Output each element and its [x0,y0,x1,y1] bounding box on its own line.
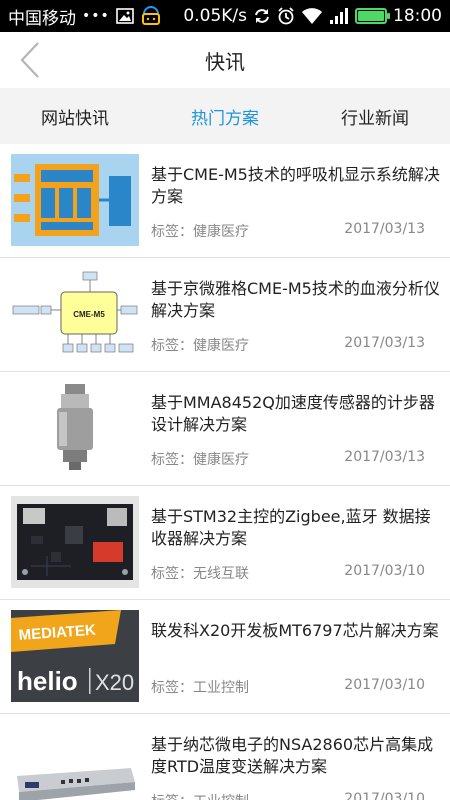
tag-prefix: 标签： [151,791,193,800]
tag-value: 健康医疗 [193,224,249,240]
article-date: 2017/03/13 [344,335,425,351]
list-item[interactable]: CME-M5 基于京微雅格CME-M5技术的血液分析仪解决方案 标签： 健康医疗 … [0,258,450,372]
chevron-left-icon [20,42,39,78]
circuit-board-thumbnail [11,496,139,588]
tab-industry-news[interactable]: 行业新闻 [300,88,450,144]
article-title: 基于纳芯微电子的NSA2860芯片高集成度RTD温度变送解决方案 [151,735,434,776]
mediatek-helio-thumbnail: MEDIATEK helio X20 [11,610,139,702]
product-logo-text: helio [17,666,78,696]
list-item[interactable]: 基于MMA8452Q加速度传感器的计步器设计解决方案 标签： 健康医疗 2017/… [0,372,450,486]
model-logo-text: X20 [95,670,134,695]
tag-value: 健康医疗 [193,338,249,354]
article-tag: 标签： 健康医疗 [151,221,249,241]
tag-prefix: 标签： [151,680,193,696]
article-title: 联发科X20开发板MT6797芯片解决方案 [151,621,439,640]
article-meta: 标签： 健康医疗 2017/03/13 [151,335,425,355]
block-diagram-thumbnail [11,154,139,246]
sync-icon [253,7,271,25]
device-photo-thumbnail [11,724,139,800]
battery-icon [355,8,390,24]
tab-hot-solutions[interactable]: 热门方案 [150,88,300,144]
article-date: 2017/03/10 [344,563,425,579]
chip-label: CME-M5 [73,310,105,319]
article-meta: 标签： 无线互联 2017/03/10 [151,563,425,583]
tag-prefix: 标签： [151,224,193,240]
tag-value: 无线互联 [193,566,249,582]
article-title: 基于MMA8452Q加速度传感器的计步器设计解决方案 [151,393,435,434]
tag-prefix: 标签： [151,338,193,354]
tag-value: 工业控制 [193,680,249,696]
tag-value: 健康医疗 [193,452,249,468]
chat-icon [140,5,162,27]
sensor-photo-thumbnail [11,382,139,474]
article-tag: 标签： 无线互联 [151,563,249,583]
article-list: 基于CME-M5技术的呼吸机显示系统解决方案 标签： 健康医疗 2017/03/1… [0,144,450,800]
tag-prefix: 标签： [151,452,193,468]
back-button[interactable] [10,40,50,80]
signal-dots: ••• [82,8,110,24]
article-tag: 标签： 健康医疗 [151,335,249,355]
alarm-icon [277,7,295,25]
article-title: 基于STM32主控的Zigbee,蓝牙 数据接收器解决方案 [151,507,431,548]
status-bar: 中国移动 ••• 0.05K/s 18:00 [0,0,450,32]
tab-bar: 网站快讯 热门方案 行业新闻 [0,88,450,144]
article-tag: 标签： 健康医疗 [151,449,249,469]
article-tag: 标签：工业控制 [151,791,249,800]
carrier-label: 中国移动 [8,8,76,29]
article-meta: 标签：工业控制 2017/03/10 [151,677,425,697]
article-date: 2017/03/13 [344,449,425,465]
tab-site-news[interactable]: 网站快讯 [0,88,150,144]
article-tag: 标签：工业控制 [151,677,249,697]
image-icon [115,8,134,24]
list-item[interactable]: 基于纳芯微电子的NSA2860芯片高集成度RTD温度变送解决方案 标签：工业控制… [0,714,450,800]
signal-icon [329,7,349,25]
clock: 18:00 [393,6,442,26]
network-speed: 0.05K/s [183,6,247,26]
chip-diagram-thumbnail: CME-M5 [11,268,139,360]
wifi-icon [301,7,323,25]
list-item[interactable]: MEDIATEK helio X20 联发科X20开发板MT6797芯片解决方案… [0,600,450,714]
article-meta: 标签： 健康医疗 2017/03/13 [151,221,425,241]
list-item[interactable]: 基于STM32主控的Zigbee,蓝牙 数据接收器解决方案 标签： 无线互联 20… [0,486,450,600]
article-date: 2017/03/10 [344,677,425,693]
article-date: 2017/03/10 [344,791,425,800]
tag-prefix: 标签： [151,566,193,582]
article-meta: 标签：工业控制 2017/03/10 [151,791,425,800]
page-title: 快讯 [205,49,245,74]
article-date: 2017/03/13 [344,221,425,237]
article-title: 基于京微雅格CME-M5技术的血液分析仪解决方案 [151,279,440,320]
app-header: 快讯 [0,32,450,88]
article-title: 基于CME-M5技术的呼吸机显示系统解决方案 [151,165,440,206]
list-item[interactable]: 基于CME-M5技术的呼吸机显示系统解决方案 标签： 健康医疗 2017/03/1… [0,144,450,258]
article-meta: 标签： 健康医疗 2017/03/13 [151,449,425,469]
tag-value: 工业控制 [193,791,249,800]
